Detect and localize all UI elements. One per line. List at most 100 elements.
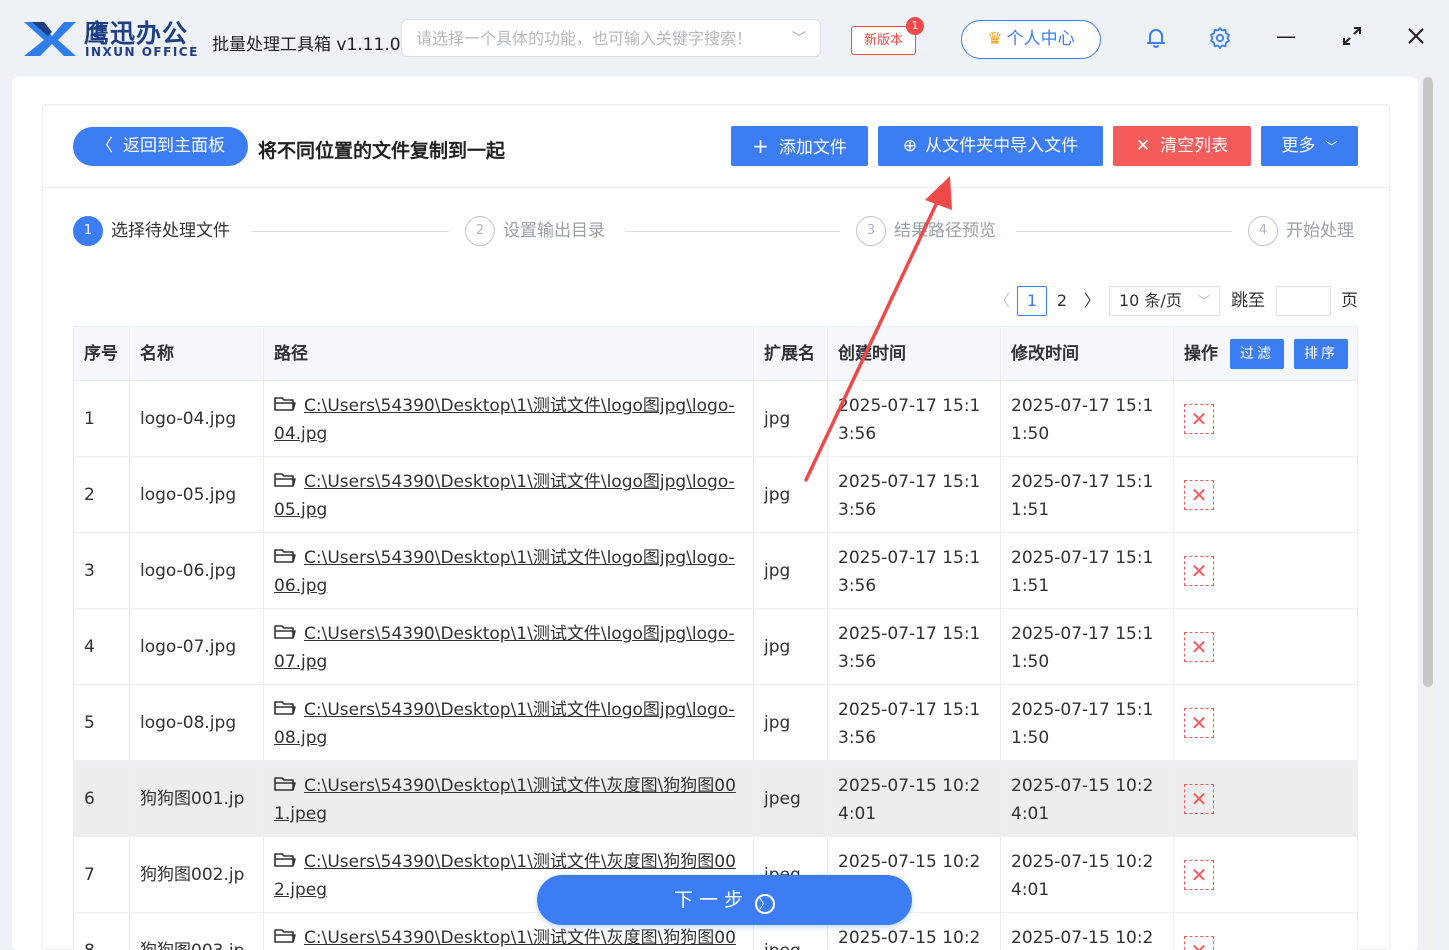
cell-action: ✕ (1174, 533, 1357, 609)
search-input[interactable] (402, 20, 772, 56)
cell-created: 2025-07-17 15:13:56 (828, 533, 1001, 609)
cell-action: ✕ (1174, 381, 1357, 457)
step-start: 4 开始处理 (1248, 216, 1354, 246)
cell-modified: 2025-07-15 10:24:01 (1001, 837, 1174, 913)
back-to-main-button[interactable]: 〈返回到主面板 (73, 127, 248, 166)
cell-path[interactable]: C:\Users\54390\Desktop\1\测试文件\logo图jpg\l… (264, 685, 754, 761)
cell-name: logo-06.jpg (130, 533, 264, 609)
cell-name: logo-04.jpg (130, 381, 264, 457)
user-center-label: 个人中心 (1006, 29, 1075, 49)
step-select-files: 1 选择待处理文件 (73, 216, 230, 246)
cell-path[interactable]: C:\Users\54390\Desktop\1\测试文件\logo图jpg\l… (264, 533, 754, 609)
cell-modified: 2025-07-17 15:11:51 (1001, 533, 1174, 609)
table-row[interactable]: 2 logo-05.jpg C:\Users\54390\Desktop\1\测试文… (74, 457, 1357, 533)
folder-icon (274, 853, 296, 867)
import-folder-button[interactable]: ⊕ 从文件夹中导入文件 (878, 126, 1103, 166)
delete-row-icon[interactable]: ✕ (1184, 784, 1214, 814)
cell-modified: 2025-07-15 10:24:01 (1001, 913, 1174, 950)
col-modified: 修改时间 (1001, 327, 1174, 381)
cell-action: ✕ (1174, 685, 1357, 761)
delete-row-icon[interactable]: ✕ (1184, 480, 1214, 510)
cell-name: logo-05.jpg (130, 457, 264, 533)
scrollbar[interactable] (1421, 77, 1435, 950)
step-label: 结果路径预览 (894, 221, 996, 241)
path-link[interactable]: C:\Users\54390\Desktop\1\测试文件\logo图jpg\l… (274, 472, 735, 520)
path-link[interactable]: C:\Users\54390\Desktop\1\测试文件\灰度图\狗狗图001… (274, 776, 736, 824)
cell-path[interactable]: C:\Users\54390\Desktop\1\测试文件\logo图jpg\l… (264, 457, 754, 533)
delete-row-icon[interactable]: ✕ (1184, 556, 1214, 586)
cell-ext: jpeg (754, 761, 828, 837)
more-button[interactable]: 更多 ﹀ (1261, 126, 1358, 166)
delete-row-icon[interactable]: ✕ (1184, 936, 1214, 950)
step-label: 开始处理 (1286, 221, 1354, 241)
cell-ext: jpg (754, 685, 828, 761)
table-row[interactable]: 5 logo-08.jpg C:\Users\54390\Desktop\1\测试文… (74, 685, 1357, 761)
next-step-button[interactable]: 下一步〉 (537, 875, 912, 925)
chevron-down-icon: ﹀ (1197, 294, 1210, 308)
cell-index: 6 (74, 761, 130, 837)
back-label: 返回到主面板 (123, 136, 225, 156)
cell-ext: jpg (754, 533, 828, 609)
clear-list-button[interactable]: ✕ 清空列表 (1113, 126, 1251, 166)
path-link[interactable]: C:\Users\54390\Desktop\1\测试文件\logo图jpg\l… (274, 624, 735, 672)
gear-icon[interactable] (1208, 26, 1232, 50)
page-size-select[interactable]: 10 条/页 ﹀ (1109, 286, 1220, 316)
delete-row-icon[interactable]: ✕ (1184, 860, 1214, 890)
path-link[interactable]: C:\Users\54390\Desktop\1\测试文件\logo图jpg\l… (274, 700, 735, 748)
cell-index: 2 (74, 457, 130, 533)
page-2[interactable]: 2 (1052, 286, 1072, 316)
prev-page-icon[interactable]: 〈 (994, 286, 1010, 316)
step-number: 4 (1248, 216, 1278, 246)
step-preview: 3 结果路径预览 (856, 216, 996, 246)
filter-button[interactable]: 过滤 (1230, 339, 1284, 369)
new-version-label: 新版本 (863, 33, 903, 48)
cell-index: 1 (74, 381, 130, 457)
user-center-button[interactable]: ♛ 个人中心 (961, 20, 1101, 59)
minimize-icon[interactable]: — (1274, 24, 1298, 48)
close-icon[interactable] (1404, 24, 1428, 48)
cell-path[interactable]: C:\Users\54390\Desktop\1\测试文件\logo图jpg\l… (264, 381, 754, 457)
table-row[interactable]: 6狗狗图001.jpegC:\Users\54390\Desktop\1\测试文… (74, 761, 1357, 837)
next-page-icon[interactable]: 〉 (1084, 286, 1100, 316)
delete-row-icon[interactable]: ✕ (1184, 632, 1214, 662)
step-number: 3 (856, 216, 886, 246)
add-file-button[interactable]: + 添加文件 (731, 126, 868, 166)
table-row[interactable]: 3 logo-06.jpg C:\Users\54390\Desktop\1\测试文… (74, 533, 1357, 609)
new-version-button[interactable]: 新版本 1 (851, 17, 924, 55)
bell-icon[interactable] (1144, 26, 1168, 50)
cell-ext: jpg (754, 609, 828, 685)
cell-name: 狗狗图002.jpeg (130, 837, 264, 913)
cell-action: ✕ (1174, 913, 1357, 950)
table-row[interactable]: 4 logo-07.jpg C:\Users\54390\Desktop\1\测试文… (74, 609, 1357, 685)
jump-page-input[interactable] (1276, 286, 1331, 316)
table-row[interactable]: 1 logo-04.jpg C:\Users\54390\Desktop\1\测试文… (74, 381, 1357, 457)
path-link[interactable]: C:\Users\54390\Desktop\1\测试文件\灰度图\狗狗图003… (274, 928, 736, 950)
path-link[interactable]: C:\Users\54390\Desktop\1\测试文件\logo图jpg\l… (274, 548, 735, 596)
delete-row-icon[interactable]: ✕ (1184, 404, 1214, 434)
cell-modified: 2025-07-17 15:11:50 (1001, 685, 1174, 761)
path-link[interactable]: C:\Users\54390\Desktop\1\测试文件\logo图jpg\l… (274, 396, 735, 444)
cell-path[interactable]: C:\Users\54390\Desktop\1\测试文件\灰度图\狗狗图001… (264, 761, 754, 837)
col-name: 名称 (130, 327, 264, 381)
col-index: 序号 (74, 327, 130, 381)
cell-name: 狗狗图001.jpeg (130, 761, 264, 837)
page-size-value: 10 条/页 (1119, 291, 1182, 310)
maximize-icon[interactable] (1340, 24, 1364, 48)
brand-name-en: INXUN OFFICE (85, 45, 199, 59)
new-version-badge: 1 (906, 17, 924, 35)
delete-row-icon[interactable]: ✕ (1184, 708, 1214, 738)
step-connector (1016, 231, 1232, 232)
cell-path[interactable]: C:\Users\54390\Desktop\1\测试文件\logo图jpg\l… (264, 609, 754, 685)
cell-name: 狗狗图003.jpeg (130, 913, 264, 950)
sort-button[interactable]: 排序 (1294, 339, 1348, 369)
function-search[interactable]: ﹀ (401, 19, 821, 57)
page-current[interactable]: 1 (1017, 286, 1047, 316)
scrollbar-thumb[interactable] (1423, 77, 1433, 687)
chevron-left-icon: 〈 (96, 136, 113, 156)
title-bar: 鹰迅办公 INXUN OFFICE 批量处理工具箱 v1.11.0 ﹀ 新版本 … (0, 0, 1449, 76)
folder-icon (274, 397, 296, 411)
cell-modified: 2025-07-17 15:11:51 (1001, 457, 1174, 533)
cell-created: 2025-07-17 15:13:56 (828, 685, 1001, 761)
chevron-down-icon[interactable]: ﹀ (792, 28, 806, 48)
cell-ext: jpg (754, 381, 828, 457)
